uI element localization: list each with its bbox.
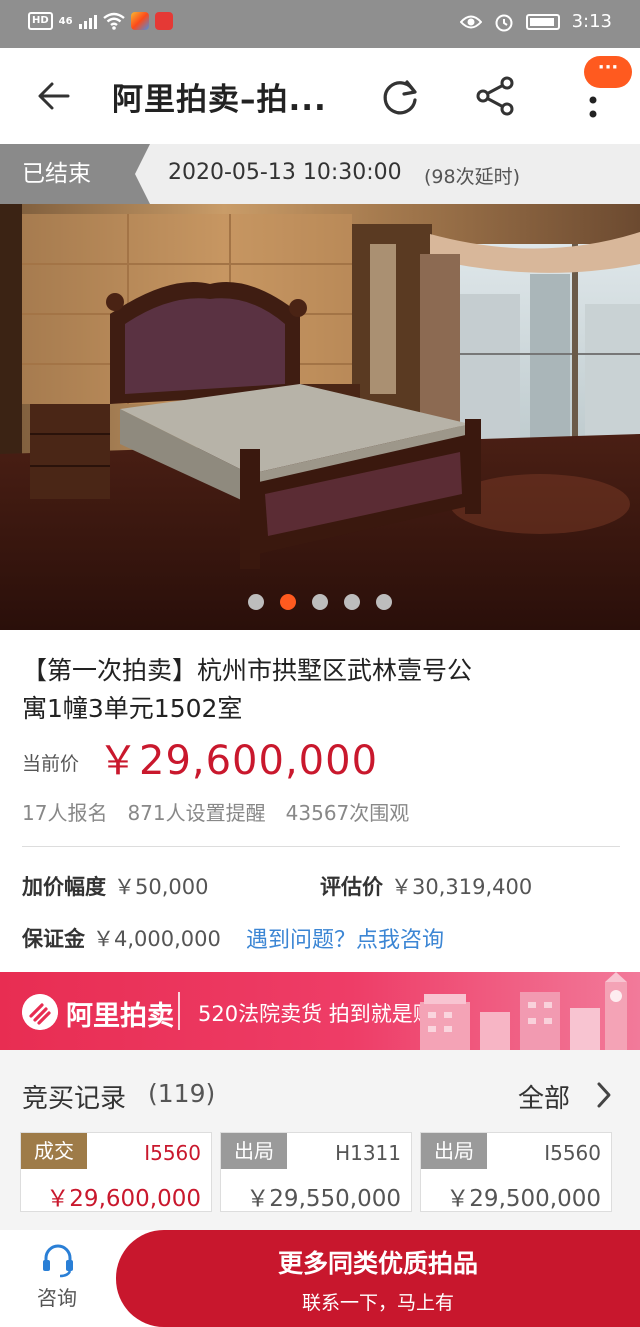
consult-button[interactable]: 咨询 — [37, 1282, 77, 1311]
app-notification-icon — [154, 12, 173, 30]
bid-amount: ￥29,600,000 — [46, 1186, 201, 1212]
carousel-dot[interactable] — [248, 594, 264, 610]
share-icon[interactable] — [474, 74, 518, 118]
promo-banner[interactable]: 阿里拍卖 520法院卖货 拍到就是赚到 — [0, 972, 640, 1050]
bedroom-photo — [0, 204, 640, 630]
status-badge: 已结束 — [0, 144, 150, 204]
status-bar-right: 3:13 — [459, 11, 612, 32]
deposit-label: 保证金 — [22, 927, 85, 951]
app-notification-icon — [130, 12, 149, 30]
ali-auction-logo-icon — [22, 994, 58, 1030]
bid-record-count: (119) — [148, 1079, 216, 1108]
eye-icon — [459, 15, 482, 28]
price-label: 当前价 — [22, 753, 80, 775]
increment-label: 加价幅度 — [22, 875, 106, 899]
page-title: 阿里拍卖–拍... — [112, 82, 327, 118]
more-vertical-icon[interactable] — [586, 88, 600, 124]
carousel-dots — [248, 594, 392, 610]
cta-sub-label: 联系一下，马上有 — [301, 1292, 454, 1314]
deposit-value: ￥4,000,000 — [93, 927, 221, 951]
delay-count: (98次延时) — [424, 166, 521, 188]
help-link[interactable]: 遇到问题？点我咨询 — [246, 922, 444, 954]
registered-count: 17人报名 — [22, 801, 108, 825]
bottom-action-bar: 咨询 更多同类优质拍品 联系一下，马上有 — [0, 1230, 640, 1327]
bidder-id: H1311 — [335, 1141, 401, 1165]
bid-record-title: 竞买记录 — [22, 1084, 127, 1114]
bid-record-card[interactable]: 出局 I5560 ￥29,500,000 — [420, 1132, 612, 1212]
bid-status-tag: 出局 — [221, 1133, 287, 1169]
appraisal-label: 评估价 — [320, 875, 383, 899]
battery-icon — [525, 13, 560, 30]
carousel-dot[interactable] — [280, 594, 296, 610]
carousel-dot[interactable] — [344, 594, 360, 610]
bid-record-all-link[interactable]: 全部 — [518, 1078, 570, 1115]
bid-record-card[interactable]: 成交 I5560 ￥29,600,000 — [20, 1132, 212, 1212]
carousel-dot[interactable] — [376, 594, 392, 610]
lot-title: 【第一次拍卖】杭州市拱墅区武林壹号公寓1幢3单元1502室 — [22, 656, 473, 723]
more-lots-button[interactable]: 更多同类优质拍品 联系一下，马上有 — [116, 1230, 640, 1327]
reminder-count: 871人设置提醒 — [127, 801, 266, 825]
bidder-id: I5560 — [544, 1141, 601, 1165]
headset-icon[interactable] — [40, 1242, 76, 1278]
bid-record-card[interactable]: 出局 H1311 ￥29,550,000 — [220, 1132, 412, 1212]
end-time: 2020-05-13 10:30:00 — [168, 160, 402, 185]
divider — [22, 846, 620, 847]
arrow-left-icon[interactable] — [34, 76, 74, 116]
increment-value: ￥50,000 — [114, 875, 209, 899]
alarm-icon — [495, 14, 513, 31]
nav-bar: 阿里拍卖–拍... ··· — [0, 48, 640, 144]
status-bar: HD 46 3:13 — [0, 0, 640, 48]
bid-amount: ￥29,550,000 — [246, 1186, 401, 1212]
bidder-id: I5560 — [144, 1141, 201, 1165]
hd-indicator: HD — [28, 12, 53, 30]
status-bar-left: HD 46 — [28, 12, 173, 30]
banner-separator — [178, 992, 180, 1030]
appraisal-row: 评估价 ￥30,319,400 — [320, 871, 532, 901]
wifi-icon — [102, 12, 125, 30]
lot-image-carousel[interactable] — [0, 204, 640, 630]
view-count: 43567次围观 — [285, 801, 410, 825]
deposit-row: 保证金 ￥4,000,000 — [22, 923, 221, 953]
current-price: ￥29,600,000 — [98, 738, 379, 784]
auction-status-strip: 已结束 2020-05-13 10:30:00 (98次延时) — [0, 144, 640, 204]
bid-status-tag: 成交 — [21, 1133, 87, 1169]
carousel-dot[interactable] — [312, 594, 328, 610]
appraisal-value: ￥30,319,400 — [391, 875, 533, 899]
notification-badge[interactable]: ··· — [584, 56, 632, 88]
bid-status-tag: 出局 — [421, 1133, 487, 1169]
lot-stats: 17人报名 871人设置提醒 43567次围观 — [22, 797, 409, 826]
city-skyline-illustration — [420, 972, 627, 1050]
signal-icon — [78, 13, 97, 29]
refresh-icon[interactable] — [378, 74, 422, 118]
banner-brand: 阿里拍卖 — [66, 1001, 174, 1032]
clock: 3:13 — [571, 11, 612, 32]
network-type: 46 — [58, 15, 73, 27]
bid-amount: ￥29,500,000 — [446, 1186, 601, 1212]
cta-main-label: 更多同类优质拍品 — [277, 1249, 478, 1278]
chevron-right-icon[interactable] — [594, 1080, 614, 1110]
increment-row: 加价幅度 ￥50,000 — [22, 871, 208, 901]
